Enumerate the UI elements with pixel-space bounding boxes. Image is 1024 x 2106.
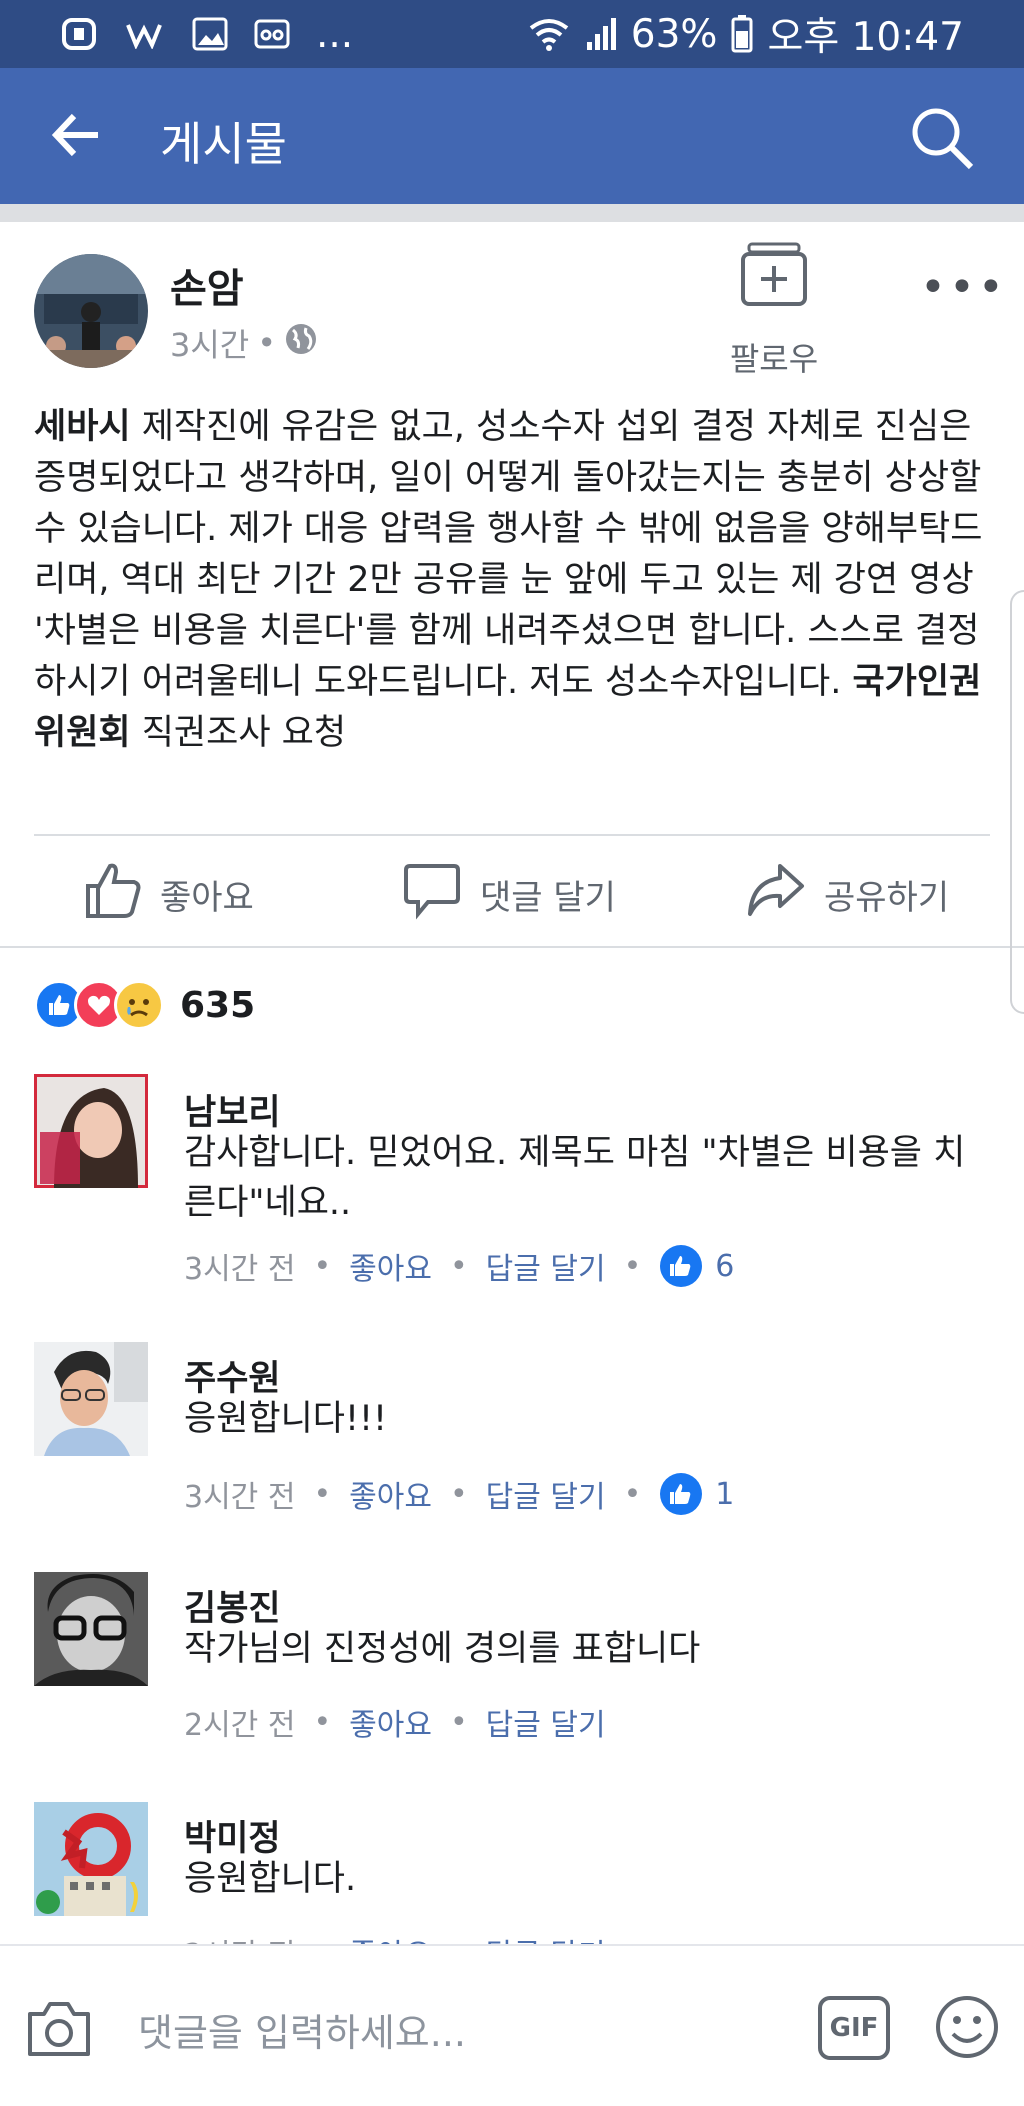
comment-avatar[interactable] — [34, 1342, 148, 1456]
voicemail-icon — [254, 17, 290, 51]
comment-like-count[interactable]: 6 — [659, 1244, 734, 1288]
comment-reply-button[interactable]: 답글 달기 — [486, 1472, 606, 1516]
post-text: 세바시 제작진에 유감은 없고, 성소수자 섭외 결정 자체로 진심은 증명되었… — [34, 402, 994, 759]
battery-percent: 63% — [630, 11, 718, 57]
globe-icon — [284, 322, 318, 364]
gallery-icon — [192, 17, 228, 51]
comment-avatar[interactable] — [34, 1802, 148, 1916]
post-text-end: 직권조사 요청 — [130, 713, 347, 753]
comment-icon — [402, 860, 462, 929]
emoji-icon[interactable] — [934, 1994, 1000, 2064]
like-badge-icon — [660, 1245, 703, 1287]
comment-composer: 댓글을 입력하세요... GIF — [0, 1944, 1024, 2106]
search-icon[interactable] — [908, 104, 976, 176]
comment-button[interactable]: 댓글 달기 — [402, 860, 616, 929]
thumbs-up-icon — [82, 860, 142, 929]
comment-text: 감사합니다. 믿었어요. 제목도 마침 "차별은 비용을 치른다"네요.. — [184, 1133, 966, 1223]
comment-meta: 3시간 전 • 좋아요 • 답글 달기 • 6 — [184, 1244, 734, 1288]
comment-text: 응원합니다!!! — [184, 1399, 388, 1439]
battery-icon — [731, 15, 753, 53]
post-meta: 3시간 • — [170, 320, 318, 366]
follow-icon[interactable] — [724, 240, 824, 314]
sad-reaction-icon — [114, 980, 164, 1030]
comment-input[interactable]: 댓글을 입력하세요... — [138, 2002, 466, 2057]
status-bar: ... 63% 오후 10:47 — [0, 0, 1024, 68]
comment-like-button[interactable]: 좋아요 — [349, 1244, 432, 1288]
comment-time[interactable]: 3시간 전 — [184, 1244, 295, 1288]
comment-like-count[interactable]: 1 — [659, 1472, 734, 1516]
comment-avatar[interactable] — [34, 1572, 148, 1686]
share-icon — [746, 860, 806, 929]
w-app-icon — [126, 19, 166, 49]
post-author-avatar[interactable] — [34, 254, 148, 368]
comment-reply-button[interactable]: 답글 달기 — [486, 1244, 606, 1288]
like-count: 1 — [715, 1476, 735, 1512]
comment-meta: 3시간 전 • 좋아요 • 답글 달기 • 1 — [184, 1472, 734, 1516]
page-title: 게시물 — [160, 117, 287, 171]
more-notifications: ... — [316, 11, 354, 57]
follow-button[interactable]: 팔로우 — [706, 334, 842, 380]
reactions-count: 635 — [180, 984, 256, 1026]
system-icons: 63% 오후 10:47 — [527, 6, 964, 62]
wifi-icon — [527, 16, 571, 52]
share-button[interactable]: 공유하기 — [746, 860, 949, 929]
actions-divider-top — [34, 834, 990, 836]
comment-like-button[interactable]: 좋아요 — [349, 1700, 432, 1744]
comment-reply-button[interactable]: 답글 달기 — [486, 1700, 606, 1744]
more-options-button[interactable]: ••• — [920, 262, 1007, 313]
meta-dot: • — [257, 324, 277, 362]
share-label: 공유하기 — [824, 878, 950, 918]
notification-icons: ... — [60, 12, 353, 57]
gif-icon[interactable]: GIF — [818, 1996, 890, 2060]
post-time[interactable]: 3시간 — [170, 320, 249, 366]
post-author-name[interactable]: 손암 — [170, 256, 244, 314]
comment-avatar[interactable] — [34, 1074, 148, 1188]
comment-label: 댓글 달기 — [480, 878, 616, 918]
comment-text: 작가님의 진정성에 경의를 표합니다 — [184, 1629, 701, 1669]
comment-text: 응원합니다. — [184, 1859, 357, 1899]
comment-like-button[interactable]: 좋아요 — [349, 1472, 432, 1516]
tag-sebasi[interactable]: 세바시 — [34, 407, 131, 447]
reactions-summary[interactable]: 635 — [34, 980, 255, 1030]
back-arrow-icon[interactable] — [50, 112, 100, 162]
post-text-middle: 제작진에 유감은 없고, 성소수자 섭외 결정 자체로 진심은 증명되었다고 생… — [34, 407, 983, 702]
like-button[interactable]: 좋아요 — [82, 860, 254, 929]
like-label: 좋아요 — [160, 878, 254, 918]
header-divider — [0, 204, 1024, 222]
scrollbar[interactable] — [1010, 590, 1024, 1014]
comment-time[interactable]: 2시간 전 — [184, 1700, 295, 1744]
like-count: 6 — [715, 1248, 735, 1284]
comment-time[interactable]: 3시간 전 — [184, 1472, 295, 1516]
clock: 오후 10:47 — [767, 15, 964, 60]
actions-divider-bottom — [0, 946, 1024, 948]
comment-meta: 2시간 전 • 좋아요 • 답글 달기 — [184, 1700, 606, 1744]
app-bar: 게시물 — [0, 68, 1024, 204]
app-notification-icon — [60, 14, 100, 54]
like-badge-icon — [660, 1473, 703, 1515]
camera-icon[interactable] — [24, 1998, 94, 2062]
signal-icon — [585, 16, 617, 52]
